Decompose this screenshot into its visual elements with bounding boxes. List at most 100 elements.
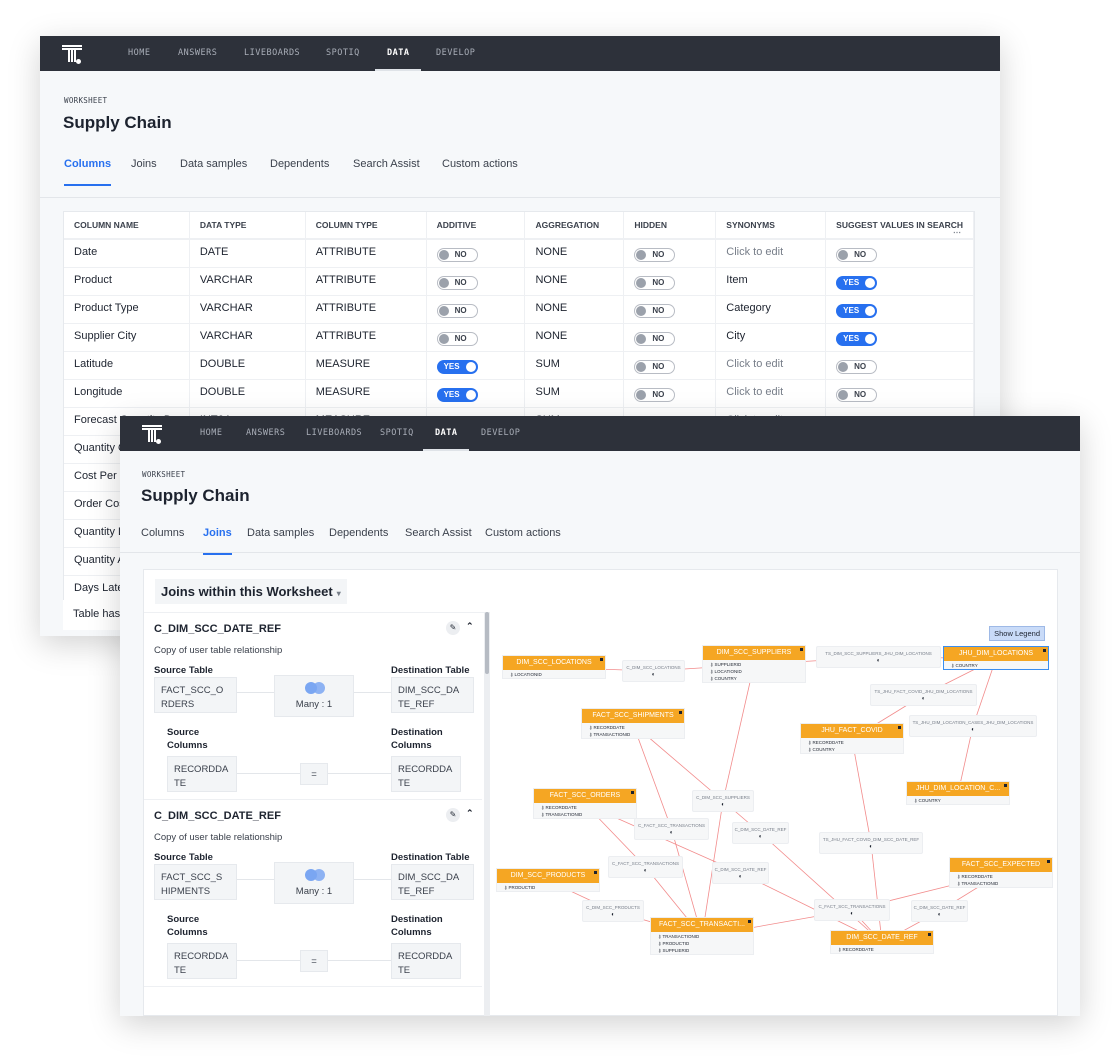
- suggest-toggle[interactable]: NO: [836, 360, 878, 374]
- diagram-relationship-node[interactable]: TS_JHU_FACT_COVID_DIM_SCC_DATE_REF ◐: [819, 832, 923, 854]
- tab-joins[interactable]: Joins: [203, 527, 232, 555]
- cardinality-box[interactable]: Many : 1: [274, 862, 354, 904]
- tab-search-assist[interactable]: Search Assist: [405, 527, 472, 539]
- diagram-table-node[interactable]: FACT_SCC_TRANSACTI... ⚷ TRANSACTIONID ⚷ PR…: [650, 917, 754, 955]
- cell-suggest[interactable]: NO: [826, 240, 974, 267]
- hidden-toggle[interactable]: NO: [634, 332, 676, 346]
- nav-home[interactable]: HOME: [128, 36, 150, 71]
- tab-joins[interactable]: Joins: [131, 158, 157, 170]
- cell-synonyms[interactable]: Item: [716, 268, 827, 295]
- nav-develop[interactable]: DEVELOP: [481, 416, 520, 451]
- cardinality-box[interactable]: Many : 1: [274, 675, 354, 717]
- table-row[interactable]: Date DATE ATTRIBUTE NO NONE NO Click to edit NO: [64, 240, 974, 268]
- col-header-hidden[interactable]: HIDDEN: [624, 212, 717, 238]
- suggest-toggle[interactable]: NO: [836, 248, 878, 262]
- diagram-table-node[interactable]: JHU_DIM_LOCATIONS ⚷ COUNTRY: [943, 646, 1049, 670]
- thoughtspot-logo-icon[interactable]: [62, 43, 84, 65]
- additive-toggle[interactable]: NO: [436, 332, 478, 346]
- joins-scope-dropdown[interactable]: Joins within this Worksheet ▾: [155, 579, 347, 604]
- tab-columns[interactable]: Columns: [141, 527, 184, 539]
- cell-additive[interactable]: NO: [427, 240, 526, 267]
- suggest-toggle[interactable]: NO: [836, 388, 878, 402]
- cell-synonyms[interactable]: City: [716, 324, 827, 351]
- hidden-toggle[interactable]: NO: [634, 388, 676, 402]
- diagram-relationship-node[interactable]: C_DIM_SCC_DATE_REF ◐: [732, 822, 789, 844]
- cell-suggest[interactable]: YES: [826, 324, 974, 351]
- diagram-table-node[interactable]: FACT_SCC_SHIPMENTS ⚷ RECORDDATE ⚷ TRANSACT…: [581, 708, 685, 739]
- cell-hidden[interactable]: NO: [624, 324, 717, 351]
- edit-pencil-icon[interactable]: ✎: [446, 808, 460, 822]
- col-header-column-name[interactable]: COLUMN NAME: [64, 212, 190, 238]
- cell-additive[interactable]: NO: [427, 296, 526, 323]
- hidden-toggle[interactable]: NO: [634, 276, 676, 290]
- nav-develop[interactable]: DEVELOP: [436, 36, 475, 71]
- tab-data-samples[interactable]: Data samples: [247, 527, 314, 539]
- diagram-relationship-node[interactable]: C_DIM_SCC_LOCATIONS ◐: [622, 660, 685, 682]
- scrollbar-thumb[interactable]: [485, 612, 489, 674]
- joins-list-scrollbar[interactable]: [484, 612, 490, 1016]
- table-row[interactable]: Longitude DOUBLE MEASURE YES SUM NO Click to e…: [64, 380, 974, 408]
- tab-columns[interactable]: Columns: [64, 158, 112, 186]
- table-row[interactable]: Product Type VARCHAR ATTRIBUTE NO NONE NO Cate…: [64, 296, 974, 324]
- nav-spotiq[interactable]: SPOTIQ: [380, 416, 414, 451]
- additive-toggle[interactable]: NO: [436, 276, 478, 290]
- col-header-column-type[interactable]: COLUMN TYPE: [306, 212, 427, 238]
- cell-hidden[interactable]: NO: [624, 380, 717, 407]
- cell-suggest[interactable]: YES: [826, 268, 974, 295]
- diagram-relationship-node[interactable]: C_FACT_SCC_TRANSACTIONS ◐: [814, 899, 890, 921]
- join-diagram-canvas[interactable]: Show Legend DIM_SCC_LOCATIONS ⚷ LOCATIONI…: [493, 612, 1057, 1015]
- tab-dependents[interactable]: Dependents: [270, 158, 329, 170]
- additive-toggle[interactable]: NO: [436, 248, 478, 262]
- diagram-relationship-node[interactable]: C_DIM_SCC_PRODUCTS ◐: [582, 900, 644, 922]
- show-legend-button[interactable]: Show Legend: [989, 626, 1045, 641]
- cell-additive[interactable]: NO: [427, 268, 526, 295]
- diagram-table-node[interactable]: FACT_SCC_EXPECTED ⚷ RECORDDATE ⚷ TRANSACTI…: [949, 857, 1053, 888]
- nav-answers[interactable]: ANSWERS: [246, 416, 285, 451]
- col-header-additive[interactable]: ADDITIVE: [427, 212, 526, 238]
- ellipsis-icon[interactable]: ⋯: [953, 228, 961, 237]
- diagram-relationship-node[interactable]: TS_JHU_FACT_COVID_JHU_DIM_LOCATIONS ◐: [870, 684, 977, 706]
- hidden-toggle[interactable]: NO: [634, 304, 676, 318]
- additive-toggle[interactable]: YES: [436, 360, 478, 374]
- cell-hidden[interactable]: NO: [624, 352, 717, 379]
- tab-data-samples[interactable]: Data samples: [180, 158, 247, 170]
- diagram-relationship-node[interactable]: C_DIM_SCC_DATE_REF ◐: [712, 862, 769, 884]
- cell-suggest[interactable]: NO: [826, 352, 974, 379]
- cell-suggest[interactable]: YES: [826, 296, 974, 323]
- cell-hidden[interactable]: NO: [624, 240, 717, 267]
- cell-additive[interactable]: YES: [427, 380, 526, 407]
- diagram-table-node[interactable]: DIM_SCC_SUPPLIERS ⚷ SUPPLIERID ⚷ LOCATIONI…: [702, 645, 806, 683]
- cell-additive[interactable]: YES: [427, 352, 526, 379]
- additive-toggle[interactable]: YES: [436, 388, 478, 402]
- col-header-data-type[interactable]: DATA TYPE: [190, 212, 306, 238]
- edit-pencil-icon[interactable]: ✎: [446, 621, 460, 635]
- thoughtspot-logo-icon[interactable]: [142, 423, 164, 445]
- hidden-toggle[interactable]: NO: [634, 360, 676, 374]
- collapse-chevron-icon[interactable]: ⌃: [466, 621, 474, 632]
- cell-suggest[interactable]: NO: [826, 380, 974, 407]
- collapse-chevron-icon[interactable]: ⌃: [466, 808, 474, 819]
- cell-synonyms[interactable]: Click to edit: [716, 240, 827, 267]
- col-header-suggest-values[interactable]: SUGGEST VALUES IN SEARCH ⋯: [826, 212, 974, 238]
- diagram-table-node[interactable]: DIM_SCC_DATE_REF ⚷ RECORDDATE: [830, 930, 934, 954]
- tab-custom-actions[interactable]: Custom actions: [442, 158, 518, 170]
- additive-toggle[interactable]: NO: [436, 304, 478, 318]
- nav-liveboards[interactable]: LIVEBOARDS: [306, 416, 362, 451]
- cell-synonyms[interactable]: Click to edit: [716, 380, 827, 407]
- diagram-relationship-node[interactable]: C_FACT_SCC_TRANSACTIONS ◐: [608, 856, 683, 878]
- cell-additive[interactable]: NO: [427, 324, 526, 351]
- table-row[interactable]: Latitude DOUBLE MEASURE YES SUM NO Click to ed…: [64, 352, 974, 380]
- diagram-relationship-node[interactable]: C_FACT_SCC_TRANSACTIONS ◐: [634, 818, 709, 840]
- hidden-toggle[interactable]: NO: [634, 248, 676, 262]
- col-header-aggregation[interactable]: AGGREGATION: [525, 212, 625, 238]
- suggest-toggle[interactable]: YES: [836, 276, 878, 290]
- col-header-synonyms[interactable]: SYNONYMS: [716, 212, 827, 238]
- nav-data[interactable]: DATA: [422, 416, 471, 451]
- cell-hidden[interactable]: NO: [624, 296, 717, 323]
- diagram-relationship-node[interactable]: TS_DIM_SCC_SUPPLIERS_JHU_DIM_LOCATIONS ◐: [816, 646, 941, 668]
- diagram-table-node[interactable]: DIM_SCC_LOCATIONS ⚷ LOCATIONID: [502, 655, 606, 679]
- diagram-relationship-node[interactable]: TS_JHU_DIM_LOCATION_CASES_JHU_DIM_LOCATI…: [909, 715, 1037, 737]
- suggest-toggle[interactable]: YES: [836, 304, 878, 318]
- diagram-table-node[interactable]: JHU_DIM_LOCATION_C... ⚷ COUNTRY: [906, 781, 1010, 805]
- nav-data[interactable]: DATA: [374, 36, 423, 71]
